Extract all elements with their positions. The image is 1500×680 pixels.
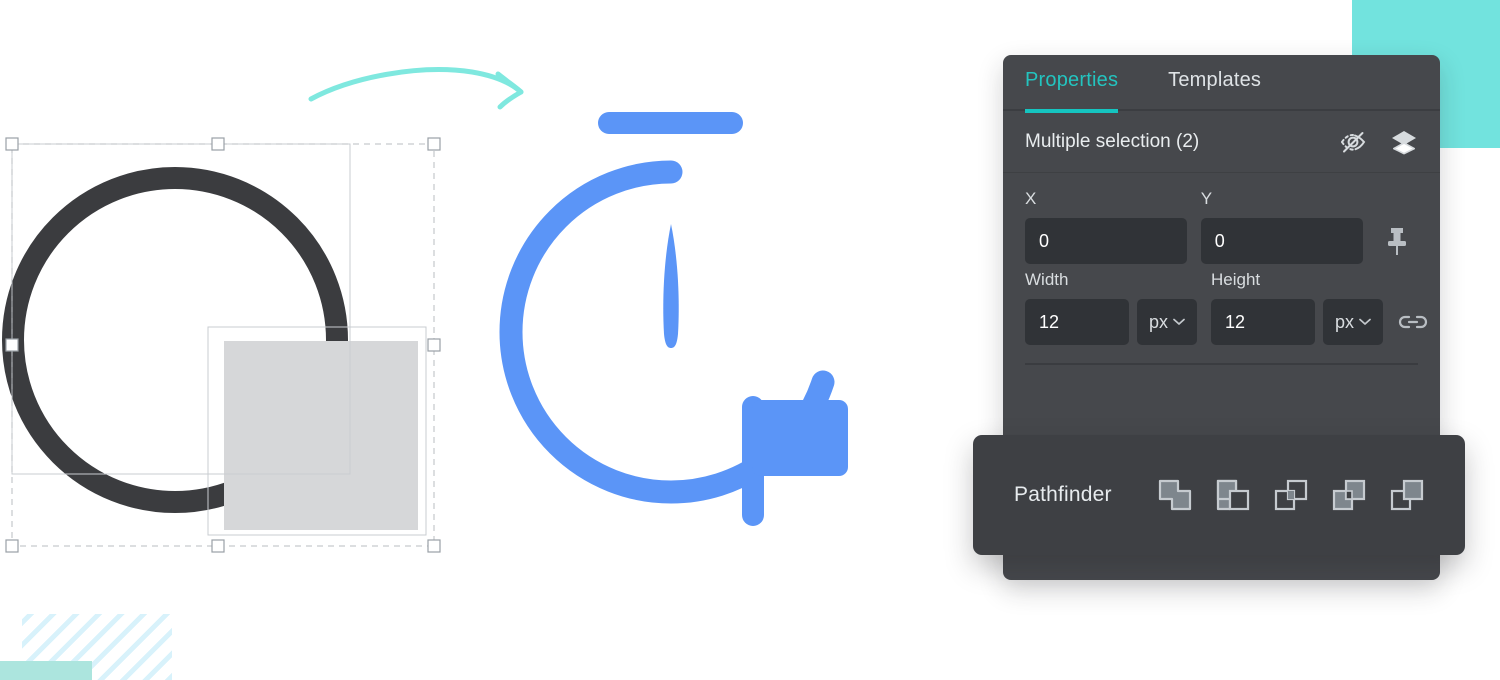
pathfinder-divide-button[interactable] [1389,478,1425,512]
width-unit-select[interactable]: px [1137,299,1197,345]
stopwatch-illustration [499,112,848,526]
hand-drawn-arrow [308,67,524,110]
pathfinder-union-button[interactable] [1157,478,1193,512]
y-label: Y [1200,189,1213,208]
pathfinder-label: Pathfinder [1014,483,1112,506]
layers-icon[interactable] [1390,129,1418,155]
transform-fields: X Y [1003,173,1440,365]
selection-group [2,137,441,553]
tab-properties[interactable]: Properties [1025,69,1119,113]
panel-divider [1025,363,1418,365]
height-input[interactable] [1211,299,1315,345]
crown-bar [598,112,743,134]
pin-icon[interactable] [1377,218,1418,264]
size-row: Width px Height [1025,270,1428,345]
x-input[interactable] [1025,218,1187,264]
height-unit-label: px [1334,311,1354,332]
x-label: X [1025,189,1037,208]
gray-square [224,341,418,530]
y-input[interactable] [1200,218,1363,264]
selection-header: Multiple selection (2) [1003,111,1440,173]
tab-templates[interactable]: Templates [1168,69,1261,95]
panel-tabs: Properties Templates [1003,55,1440,113]
selection-title: Multiple selection (2) [1025,130,1200,152]
position-row: X Y [1025,189,1418,264]
width-unit-label: px [1148,311,1168,332]
pathfinder-subtract-button[interactable] [1215,478,1251,512]
pathfinder-operations [1157,478,1425,512]
chevron-down-icon [1173,318,1185,325]
needle [663,224,679,348]
eye-off-icon[interactable] [1338,130,1368,154]
chevron-down-icon [1359,318,1371,325]
app-canvas: Properties Templates Multiple selection … [0,0,1500,680]
pathfinder-exclude-button[interactable] [1331,478,1367,512]
height-unit-select[interactable]: px [1323,299,1383,345]
height-label: Height [1211,270,1261,289]
width-input[interactable] [1025,299,1129,345]
pathfinder-panel: Pathfinder [973,435,1465,555]
link-icon[interactable] [1397,299,1429,345]
width-label: Width [1025,270,1069,289]
pathfinder-intersect-button[interactable] [1273,478,1309,512]
flag [742,396,848,526]
